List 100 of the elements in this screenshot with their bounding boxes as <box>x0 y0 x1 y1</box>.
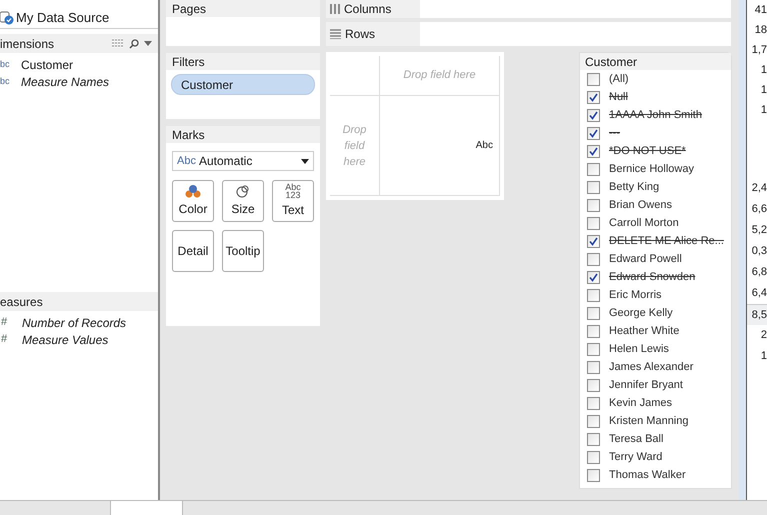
checkbox[interactable] <box>587 108 600 122</box>
string-type-icon: Abc <box>177 152 196 170</box>
filter-value[interactable]: Kevin James <box>609 394 672 412</box>
filter-value[interactable]: (All) <box>609 70 629 88</box>
checkbox[interactable] <box>587 126 600 140</box>
checkbox[interactable] <box>587 90 600 104</box>
rows-label: Rows <box>345 26 376 43</box>
drop-field-hint: Drop field here <box>342 122 368 170</box>
color-dots-icon <box>185 184 201 198</box>
table-cell-text: 1 <box>760 63 767 78</box>
checkbox[interactable] <box>587 216 600 230</box>
filter-value[interactable]: DELETE ME Alice Re... <box>609 232 724 250</box>
filter-value[interactable]: James Alexander <box>609 358 694 376</box>
checkbox[interactable] <box>587 468 600 482</box>
table-cell-text: 1 <box>760 349 767 364</box>
checkbox[interactable] <box>587 180 600 194</box>
text-label-icon: Abc 123 <box>285 183 301 199</box>
filter-value[interactable]: Brian Owens <box>609 196 672 214</box>
table-cell-text: 0,3 <box>750 244 767 259</box>
filter-card-title: Customer <box>585 54 638 70</box>
tooltip-mark-button[interactable]: Tooltip <box>222 230 264 272</box>
filter-value[interactable]: Teresa Ball <box>609 430 664 448</box>
checkbox[interactable] <box>587 396 600 410</box>
number-type-icon: # <box>1 331 22 348</box>
checkbox[interactable] <box>587 450 600 464</box>
checkbox[interactable] <box>587 72 600 86</box>
pages-title: Pages <box>172 0 206 18</box>
filter-value[interactable]: Null <box>609 88 628 106</box>
color-mark-button[interactable]: Color <box>172 180 214 222</box>
checkbox[interactable] <box>587 378 600 392</box>
checkbox[interactable] <box>587 342 600 356</box>
rows-icon <box>330 29 341 39</box>
filter-value[interactable]: --- <box>609 124 620 142</box>
filter-value[interactable]: George Kelly <box>609 304 673 322</box>
size-mark-button[interactable]: Size <box>222 180 264 222</box>
mark-text: Abc <box>476 139 493 153</box>
filter-value[interactable]: Eric Morris <box>609 286 662 304</box>
mark-type-value: Automatic <box>198 153 254 170</box>
table-cell-text: 41 <box>754 3 767 18</box>
measure-field[interactable]: Number of Records <box>22 314 126 332</box>
measures-title: easures <box>0 294 43 310</box>
filter-value[interactable]: Carroll Morton <box>609 214 679 232</box>
measure-field[interactable]: Measure Values <box>22 330 108 348</box>
dropdown-caret-icon <box>301 158 309 164</box>
filter-value[interactable]: Edward Snowden <box>609 268 696 286</box>
checkbox[interactable] <box>587 306 600 320</box>
mark-type-dropdown[interactable]: Abc Automatic <box>172 151 314 171</box>
filter-value[interactable]: 1AAAA John Smith <box>609 106 702 124</box>
size-circles-icon <box>236 184 250 198</box>
filter-value[interactable]: Jennifer Bryant <box>609 376 683 394</box>
checkbox[interactable] <box>587 252 600 266</box>
drop-field-hint: Drop field here <box>403 68 476 84</box>
filter-value[interactable]: Terry Ward <box>609 448 662 466</box>
detail-mark-button[interactable]: Detail <box>172 230 214 272</box>
table-cell-text: 18 <box>754 23 767 38</box>
search-icon[interactable] <box>129 38 139 48</box>
check-icon <box>589 236 598 246</box>
marks-title: Marks <box>172 126 205 144</box>
filters-title: Filters <box>172 54 205 70</box>
checkbox[interactable] <box>587 234 600 248</box>
table-cell-text: 2,4 <box>750 181 767 196</box>
table-cell-text: 6,8 <box>750 265 767 280</box>
data-source-name[interactable]: My Data Source <box>16 8 110 28</box>
filter-value[interactable]: Bernice Holloway <box>609 160 694 178</box>
checkbox[interactable] <box>587 270 600 284</box>
filter-value[interactable]: Edward Powell <box>609 250 682 268</box>
checkbox[interactable] <box>587 432 600 446</box>
filter-value[interactable]: Betty King <box>609 178 660 196</box>
dropdown-caret-icon[interactable] <box>144 41 152 46</box>
checkbox[interactable] <box>587 324 600 338</box>
checkbox[interactable] <box>587 360 600 374</box>
sheet-tab[interactable] <box>110 501 183 515</box>
filter-value[interactable]: Thomas Walker <box>609 466 686 484</box>
filter-pill[interactable]: Customer <box>171 74 315 95</box>
table-cell-text: 6,6 <box>750 202 767 217</box>
columns-icon <box>330 4 340 14</box>
checkbox[interactable] <box>587 198 600 212</box>
checkbox[interactable] <box>587 288 600 302</box>
table-cell-text: 5,2 <box>750 223 767 238</box>
columns-label: Columns <box>344 1 392 18</box>
checkbox[interactable] <box>587 162 600 176</box>
table-cell-text: 1 <box>760 83 767 98</box>
string-type-icon: bc <box>0 74 21 88</box>
list-view-icon[interactable] <box>112 39 124 48</box>
filter-value[interactable]: Helen Lewis <box>609 340 669 358</box>
checkbox[interactable] <box>587 414 600 428</box>
table-cell: 8,5 <box>747 304 767 325</box>
filter-value[interactable]: Heather White <box>609 322 680 340</box>
string-type-icon: bc <box>0 58 21 72</box>
filter-value[interactable]: *DO NOT USE* <box>609 142 686 160</box>
dimension-field[interactable]: Customer <box>21 56 74 74</box>
splitter-bar[interactable] <box>739 0 747 500</box>
dimension-field[interactable]: Measure Names <box>21 72 110 90</box>
table-cell-text: 6,4 <box>750 286 767 301</box>
dimensions-title: imensions <box>0 36 54 52</box>
table-cell-text: 2 <box>760 328 767 343</box>
text-mark-button[interactable]: Abc 123 Text <box>272 180 314 222</box>
check-icon <box>589 272 598 282</box>
filter-value[interactable]: Kristen Manning <box>609 412 688 430</box>
checkbox[interactable] <box>587 144 600 158</box>
